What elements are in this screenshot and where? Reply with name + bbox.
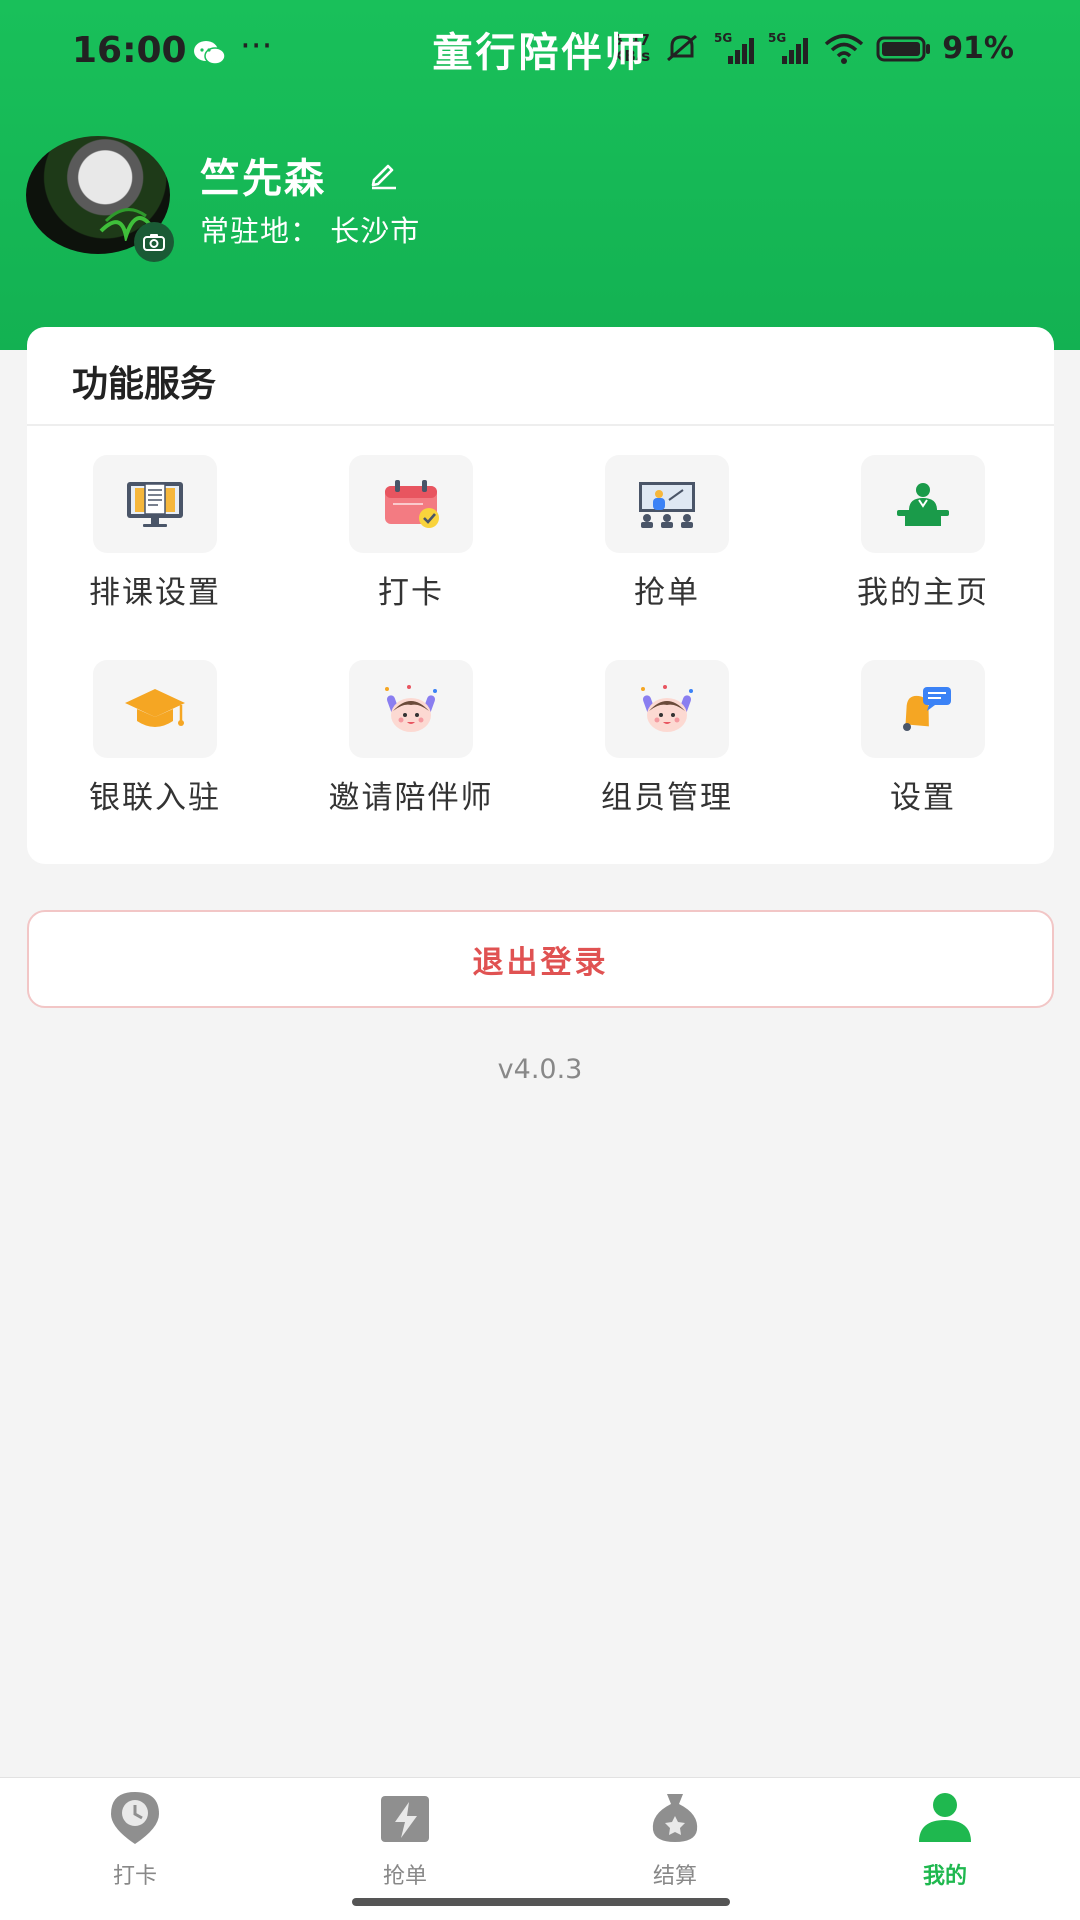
tab-label: 抢单 [382, 1864, 427, 1889]
service-my-homepage[interactable]: 我的主页 [795, 427, 1051, 627]
bell-chat-icon [903, 687, 951, 731]
app-title: 童行陪伴师 [432, 30, 648, 76]
service-settings[interactable]: 设置 [795, 632, 1051, 832]
home-indicator[interactable] [352, 1898, 730, 1906]
service-label: 邀请陪伴师 [328, 780, 494, 816]
user-location: 常驻地： 长沙市 [200, 214, 421, 248]
service-label: 我的主页 [857, 575, 989, 611]
person-icon [919, 1793, 971, 1842]
divider [27, 424, 1054, 426]
service-checkin[interactable]: 打卡 [283, 427, 539, 627]
classroom-icon [639, 482, 695, 528]
service-member-management[interactable]: 组员管理 [539, 632, 795, 832]
service-label: 排课设置 [89, 575, 221, 611]
tab-mine[interactable]: 我的 [810, 1778, 1080, 1920]
services-card: 功能服务 排课设置 打卡 抢单 我的主页 银联入驻 邀请陪伴师 组员管理 设置 [27, 327, 1054, 864]
cheering-kid-icon [385, 685, 437, 732]
service-unionpay-register[interactable]: 银联入驻 [27, 632, 283, 832]
speaker-podium-icon [897, 483, 949, 526]
schedule-monitor-icon [127, 482, 183, 527]
edit-pencil-icon[interactable] [366, 156, 400, 190]
service-label: 抢单 [634, 575, 700, 611]
avatar[interactable] [26, 136, 174, 262]
service-label: 组员管理 [601, 780, 733, 816]
tab-checkin[interactable]: 打卡 [0, 1778, 270, 1920]
tab-label: 结算 [652, 1864, 697, 1889]
cheering-kid-icon [641, 685, 693, 732]
service-invite-companion[interactable]: 邀请陪伴师 [283, 632, 539, 832]
graduation-cap-icon [125, 689, 185, 727]
calendar-check-icon [385, 480, 439, 528]
tab-label: 打卡 [112, 1864, 157, 1889]
version-label: v4.0.3 [497, 1054, 583, 1085]
lightning-icon [381, 1796, 429, 1842]
user-name: 竺先森 [200, 156, 326, 202]
service-label: 银联入驻 [89, 780, 221, 816]
camera-icon[interactable] [134, 222, 174, 262]
service-schedule-settings[interactable]: 排课设置 [27, 427, 283, 627]
service-grab-order[interactable]: 抢单 [539, 427, 795, 627]
clock-pin-icon [111, 1792, 159, 1844]
service-label: 设置 [890, 780, 956, 816]
services-title: 功能服务 [72, 364, 217, 405]
logout-button[interactable]: 退出登录 [27, 910, 1054, 1008]
tab-label: 我的 [922, 1864, 967, 1889]
money-bag-icon [652, 1794, 698, 1842]
service-label: 打卡 [378, 575, 444, 611]
